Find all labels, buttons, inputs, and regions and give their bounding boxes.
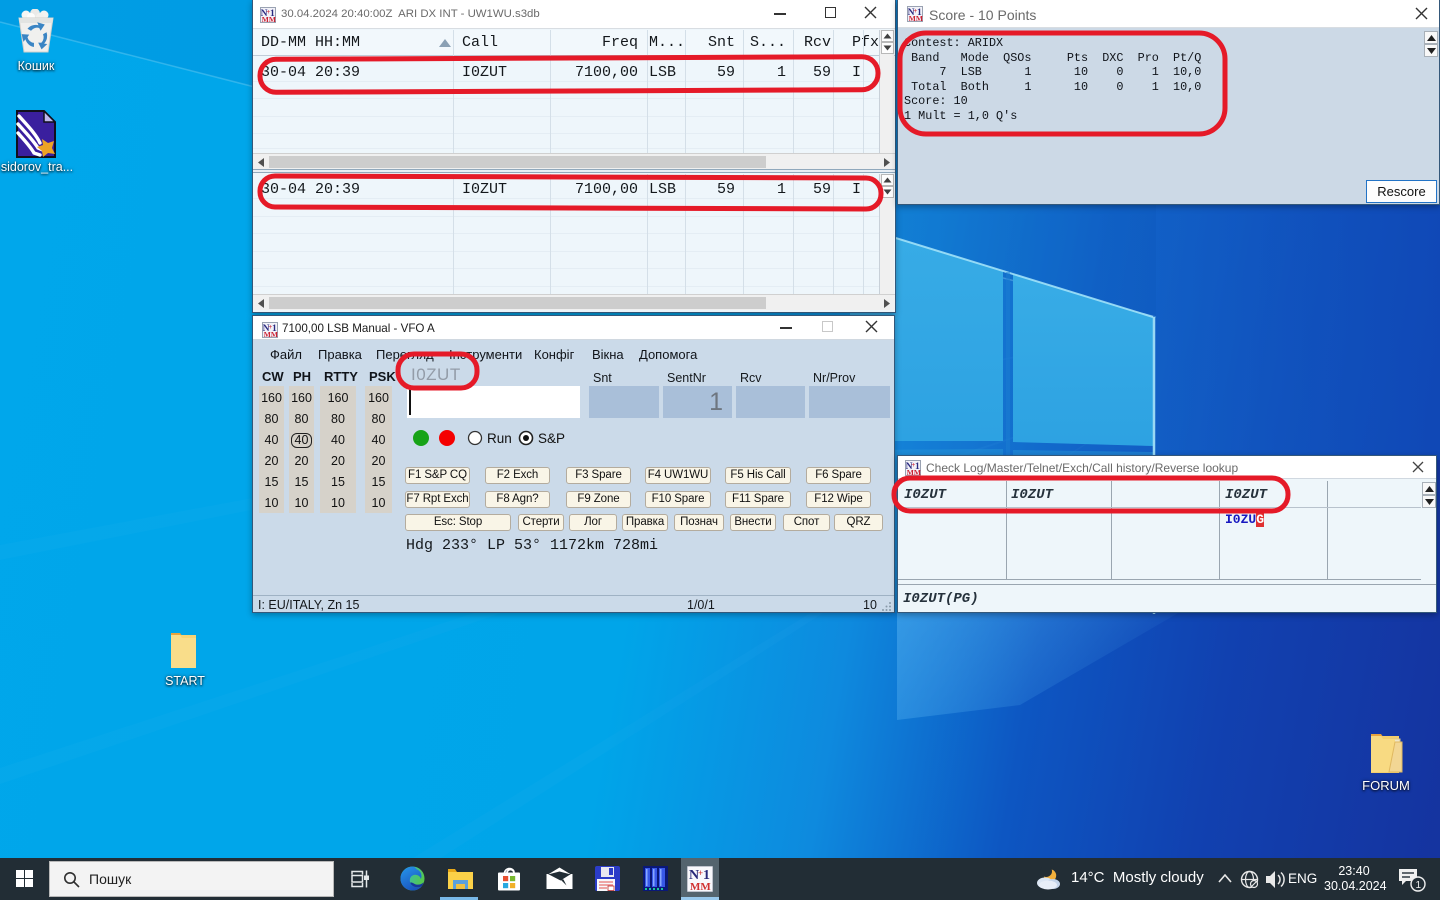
svg-text:MM: MM (909, 14, 923, 22)
svg-text:1: 1 (1416, 880, 1422, 891)
svg-text:MM: MM (690, 881, 711, 892)
svg-text:MM: MM (264, 330, 278, 338)
svg-text:MM: MM (907, 468, 921, 476)
svg-text:MM: MM (262, 15, 276, 23)
